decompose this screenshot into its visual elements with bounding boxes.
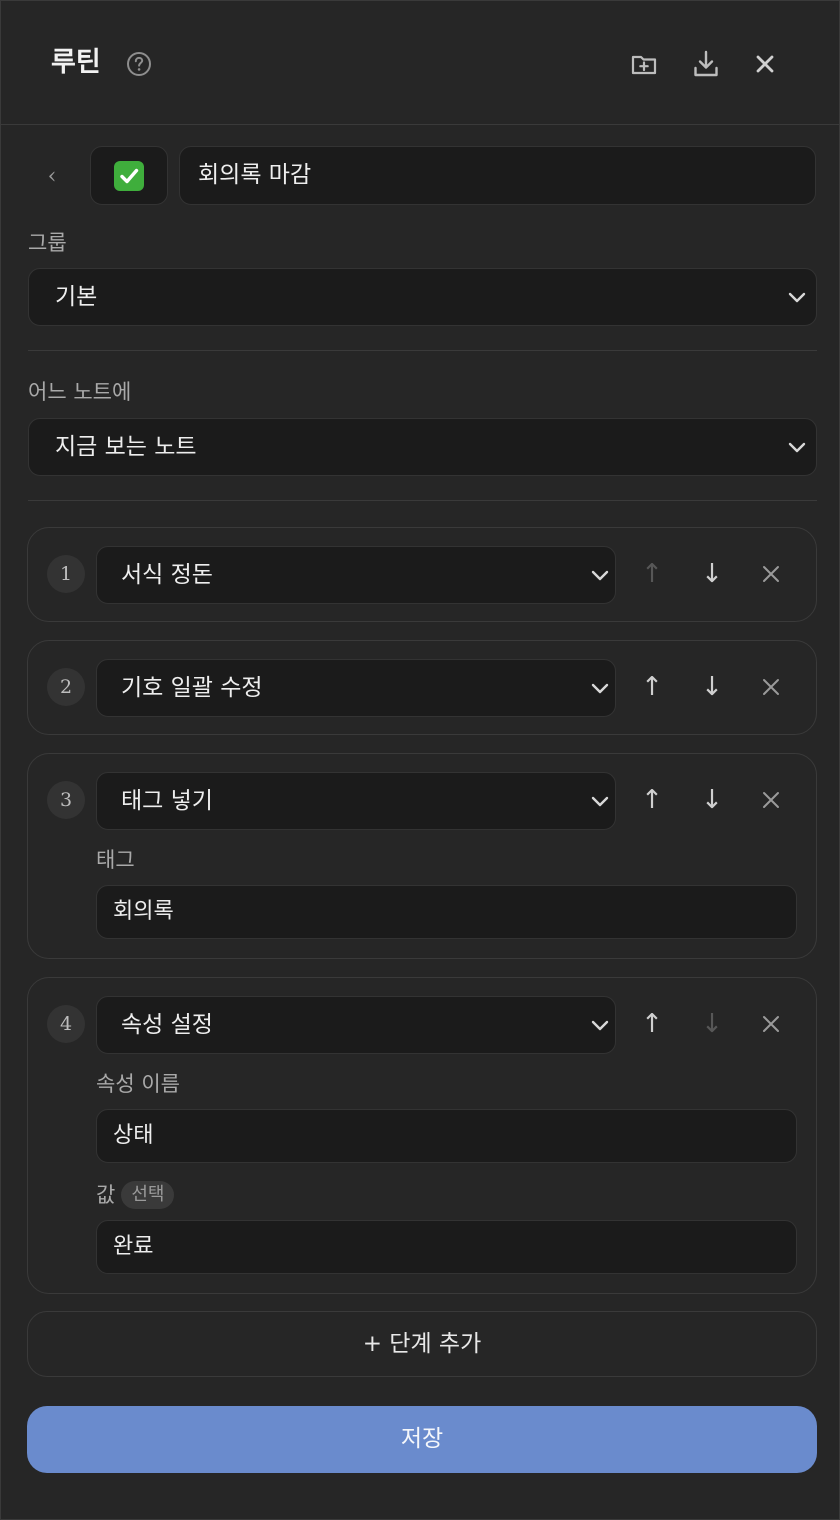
target-note-label: 어느 노트에 xyxy=(28,380,132,404)
property-value-input[interactable]: 완료 xyxy=(96,1220,797,1274)
step-action-value: 태그 넣기 xyxy=(121,788,213,814)
close-icon xyxy=(763,679,779,695)
step-action-value: 기호 일괄 수정 xyxy=(121,675,263,701)
move-down-button[interactable]: ↓ xyxy=(697,555,727,593)
group-select[interactable]: 기본 xyxy=(28,268,817,326)
chevron-down-icon xyxy=(591,683,609,694)
step-card-2: 2 기호 일괄 수정 ↑ ↓ xyxy=(27,640,817,735)
download-button[interactable] xyxy=(687,45,725,83)
close-icon xyxy=(763,1016,779,1032)
property-name-label: 속성 이름 xyxy=(96,1072,180,1096)
close-icon xyxy=(763,566,779,582)
add-step-button[interactable]: + 단계 추가 xyxy=(27,1311,817,1377)
chevron-down-icon xyxy=(788,442,806,453)
chevron-down-icon xyxy=(591,570,609,581)
close-button[interactable] xyxy=(746,45,784,83)
move-up-button[interactable]: ↑ xyxy=(637,668,667,706)
step-number: 4 xyxy=(47,1005,85,1043)
step-action-value: 서식 정돈 xyxy=(121,562,213,588)
chevron-down-icon xyxy=(591,1020,609,1031)
back-button[interactable]: ‹ xyxy=(37,159,67,195)
step-action-select[interactable]: 기호 일괄 수정 xyxy=(96,659,616,717)
routine-name-input[interactable]: 회의록 마감 xyxy=(179,146,816,205)
save-button[interactable]: 저장 xyxy=(27,1406,817,1473)
check-mark-emoji-icon xyxy=(114,160,144,191)
move-down-button[interactable]: ↓ xyxy=(697,781,727,819)
step-action-value: 속성 설정 xyxy=(121,1012,213,1038)
new-folder-icon xyxy=(631,55,657,75)
tag-label: 태그 xyxy=(96,848,135,872)
optional-badge: 선택 xyxy=(121,1181,175,1209)
step-action-select[interactable]: 서식 정돈 xyxy=(96,546,616,604)
section-divider xyxy=(28,350,817,351)
step-card-3: 3 태그 넣기 ↑ ↓ 태그 회의록 xyxy=(27,753,817,959)
section-divider xyxy=(28,500,817,501)
remove-step-button[interactable] xyxy=(756,781,786,819)
step-number: 2 xyxy=(47,668,85,706)
move-up-button[interactable]: ↑ xyxy=(637,1005,667,1043)
move-down-button[interactable]: ↓ xyxy=(697,1005,727,1043)
remove-step-button[interactable] xyxy=(756,1005,786,1043)
move-up-button[interactable]: ↑ xyxy=(637,555,667,593)
move-up-button[interactable]: ↑ xyxy=(637,781,667,819)
chevron-down-icon xyxy=(591,796,609,807)
step-action-select[interactable]: 태그 넣기 xyxy=(96,772,616,830)
remove-step-button[interactable] xyxy=(756,668,786,706)
download-icon xyxy=(694,50,718,77)
panel-header: 루틴 xyxy=(1,1,840,125)
close-icon xyxy=(763,792,779,808)
remove-step-button[interactable] xyxy=(756,555,786,593)
emoji-picker-button[interactable] xyxy=(90,146,168,205)
step-card-4: 4 속성 설정 ↑ ↓ 속성 이름 상태 값 선택 완료 xyxy=(27,977,817,1294)
step-card-1: 1 서식 정돈 ↑ ↓ xyxy=(27,527,817,622)
tag-input[interactable]: 회의록 xyxy=(96,885,797,939)
step-action-select[interactable]: 속성 설정 xyxy=(96,996,616,1054)
close-icon xyxy=(756,55,774,73)
question-circle-icon[interactable] xyxy=(126,51,152,77)
target-note-value: 지금 보는 노트 xyxy=(55,434,197,460)
group-label: 그룹 xyxy=(28,231,67,255)
routine-panel: 루틴 ‹ 회의록 마감 그룹 기본 어느 노트에 지금 보는 노트 1 서식 정… xyxy=(0,0,840,1520)
property-name-input[interactable]: 상태 xyxy=(96,1109,797,1163)
property-value-label: 값 선택 xyxy=(96,1181,175,1209)
move-down-button[interactable]: ↓ xyxy=(697,668,727,706)
target-note-select[interactable]: 지금 보는 노트 xyxy=(28,418,817,476)
property-value-label-text: 값 xyxy=(96,1183,116,1207)
step-number: 1 xyxy=(47,555,85,593)
new-folder-button[interactable] xyxy=(625,45,663,83)
chevron-down-icon xyxy=(788,292,806,303)
panel-title: 루틴 xyxy=(51,47,101,78)
group-value: 기본 xyxy=(55,284,98,310)
step-number: 3 xyxy=(47,781,85,819)
